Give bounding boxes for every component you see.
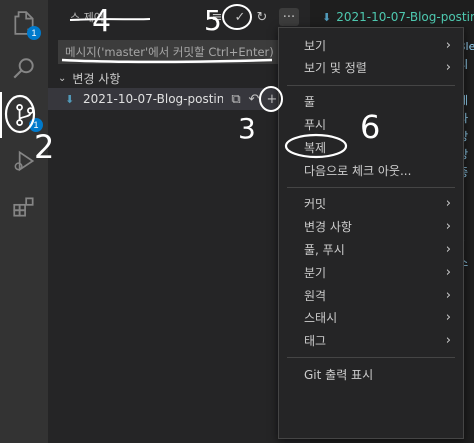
menu-item[interactable]: 커밋 › bbox=[279, 193, 463, 215]
menu-item-label: 변경 사항 bbox=[304, 220, 352, 235]
discard-changes-icon[interactable]: ↶ bbox=[246, 91, 262, 107]
menu-item-label: 보기 bbox=[304, 38, 327, 53]
scm-badge: 1 bbox=[29, 118, 43, 132]
changes-section-header[interactable]: ⌄ 변경 사항 bbox=[58, 70, 120, 87]
menu-item[interactable]: 분기 › bbox=[279, 261, 463, 283]
vscode-window: 1 1 스 제어 ≡ ✓ ↻ ··· 메시지('master'에서 커밋할 Ct… bbox=[0, 0, 474, 443]
commit-message-input[interactable]: 메시지('master'에서 커밋할 Ctrl+Enter) bbox=[58, 40, 288, 64]
run-debug-button[interactable] bbox=[0, 138, 48, 184]
menu-item[interactable]: 보기 › bbox=[279, 34, 463, 56]
menu-item-label: 풀 bbox=[304, 95, 316, 110]
menu-item[interactable]: 복제 bbox=[279, 136, 463, 158]
menu-item[interactable]: 보기 및 정렬 › bbox=[279, 57, 463, 79]
menu-item[interactable]: 풀, 푸시 › bbox=[279, 238, 463, 260]
changed-file-name: 2021-10-07-Blog-postin... bbox=[83, 92, 223, 106]
chevron-right-icon: › bbox=[445, 196, 451, 212]
chevron-right-icon: › bbox=[445, 310, 451, 326]
menu-item-label: 풀, 푸시 bbox=[304, 242, 345, 257]
search-icon bbox=[13, 58, 34, 79]
activity-bar: 1 1 bbox=[0, 0, 48, 443]
changed-file-row[interactable]: ⬇ 2021-10-07-Blog-postin... ⧉ ↶ + bbox=[48, 88, 310, 110]
menu-item-label: 분기 bbox=[304, 265, 327, 280]
chevron-right-icon: › bbox=[445, 287, 451, 303]
menu-item-label: 푸시 bbox=[304, 117, 327, 132]
more-actions-button[interactable]: ··· bbox=[279, 8, 299, 26]
menu-item[interactable]: Git 출력 표시 bbox=[279, 363, 463, 385]
menu-item-label: 스태시 bbox=[304, 311, 338, 326]
source-control-button[interactable]: 1 bbox=[0, 92, 48, 138]
changes-label: 변경 사항 bbox=[72, 72, 121, 86]
menu-item[interactable]: 다음으로 체크 아웃... bbox=[279, 159, 463, 181]
menu-item-label: Git 출력 표시 bbox=[304, 367, 374, 382]
menu-item[interactable]: 변경 사항 › bbox=[279, 216, 463, 238]
menu-separator bbox=[287, 84, 455, 86]
menu-item[interactable]: 스태시 › bbox=[279, 307, 463, 329]
run-debug-icon bbox=[14, 150, 35, 172]
markdown-file-icon: ⬇ bbox=[65, 92, 75, 106]
chevron-right-icon: › bbox=[445, 219, 451, 235]
refresh-icon[interactable]: ↻ bbox=[253, 8, 271, 26]
panel-title: 스 제어 bbox=[70, 11, 104, 24]
explorer-badge: 1 bbox=[27, 26, 41, 40]
menu-item[interactable]: 태그 › bbox=[279, 330, 463, 352]
more-actions-menu: 보기 › 보기 및 정렬 › 풀 푸시 복제 다음으로 체크 아웃... 커밋 › 변경 사항 › 풀,… bbox=[278, 27, 464, 439]
extensions-icon bbox=[13, 197, 34, 217]
menu-item[interactable]: 푸시 bbox=[279, 113, 463, 135]
menu-item-label: 원격 bbox=[304, 288, 327, 303]
editor-tab-label: 2021-10-07-Blog-posting bbox=[336, 10, 474, 24]
markdown-file-icon: ⬇ bbox=[322, 10, 332, 24]
view-as-list-icon[interactable]: ≡ bbox=[208, 8, 226, 26]
explorer-button[interactable]: 1 bbox=[0, 0, 48, 46]
source-control-panel: 스 제어 ≡ ✓ ↻ ··· 메시지('master'에서 커밋할 Ctrl+E… bbox=[48, 0, 310, 443]
chevron-right-icon: › bbox=[445, 60, 451, 76]
chevron-right-icon: › bbox=[445, 241, 451, 257]
menu-item[interactable]: 원격 › bbox=[279, 284, 463, 306]
extensions-button[interactable] bbox=[0, 184, 48, 230]
menu-item-label: 커밋 bbox=[304, 197, 327, 212]
menu-item[interactable]: 풀 bbox=[279, 91, 463, 113]
open-file-icon[interactable]: ⧉ bbox=[228, 91, 244, 107]
chevron-right-icon: › bbox=[445, 264, 451, 280]
search-button[interactable] bbox=[0, 46, 48, 92]
menu-item-label: 다음으로 체크 아웃... bbox=[304, 163, 412, 178]
menu-separator bbox=[287, 357, 455, 359]
menu-separator bbox=[287, 186, 455, 188]
commit-check-icon[interactable]: ✓ bbox=[231, 8, 249, 26]
menu-item-label: 보기 및 정렬 bbox=[304, 61, 367, 76]
menu-item-label: 태그 bbox=[304, 334, 327, 349]
chevron-down-icon: ⌄ bbox=[58, 73, 67, 84]
chevron-right-icon: › bbox=[445, 333, 451, 349]
menu-item-label: 복제 bbox=[304, 140, 327, 155]
chevron-right-icon: › bbox=[445, 37, 451, 53]
panel-header: 스 제어 ≡ ✓ ↻ ··· bbox=[48, 0, 310, 34]
